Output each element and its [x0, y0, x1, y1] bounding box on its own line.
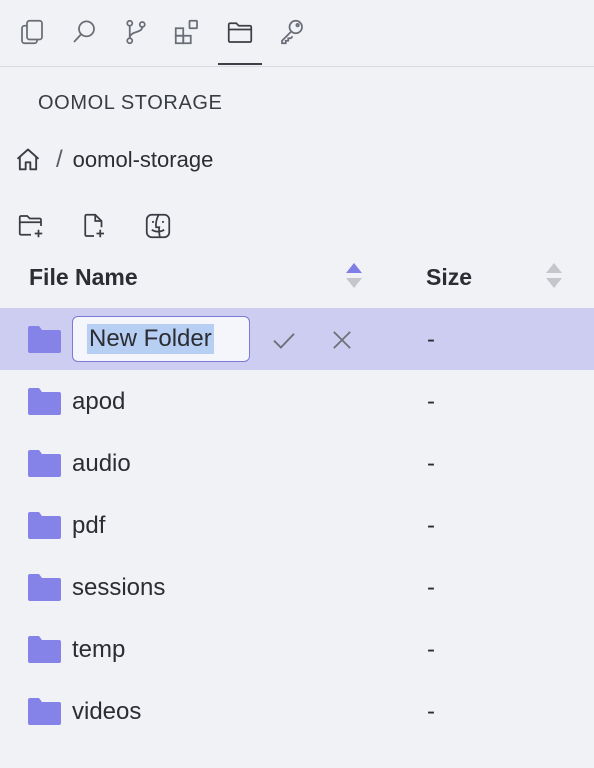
table-row[interactable]: apod -	[0, 370, 594, 432]
table-row[interactable]: temp -	[0, 618, 594, 680]
file-name: temp	[72, 636, 126, 663]
table-row[interactable]: sessions -	[0, 556, 594, 618]
source-control-icon[interactable]	[116, 12, 156, 52]
storage-toolbar	[0, 210, 200, 242]
file-name: apod	[72, 388, 126, 415]
file-size: -	[427, 326, 435, 353]
rename-input-value[interactable]: New Folder	[87, 324, 214, 354]
folder-icon	[28, 388, 61, 415]
sort-descending-icon	[546, 278, 562, 288]
breadcrumb: / oomol-storage	[14, 144, 213, 176]
folder-icon	[28, 450, 61, 477]
extensions-icon[interactable]	[167, 12, 207, 52]
table-row[interactable]: videos -	[0, 680, 594, 742]
cancel-rename-button[interactable]	[327, 325, 357, 355]
check-icon	[273, 333, 295, 349]
file-size: -	[427, 512, 435, 539]
search-icon[interactable]	[64, 12, 104, 52]
table-row[interactable]: audio -	[0, 432, 594, 494]
finder-icon[interactable]	[142, 210, 174, 242]
file-size: -	[427, 698, 435, 725]
new-file-icon[interactable]	[78, 210, 110, 242]
new-folder-icon[interactable]	[15, 210, 47, 242]
folder-icon	[28, 512, 61, 539]
sort-ascending-icon	[546, 263, 562, 273]
confirm-rename-button[interactable]	[269, 325, 299, 355]
size-sort-icon[interactable]	[544, 262, 564, 292]
folder-icon	[28, 574, 61, 601]
folder-icon	[28, 636, 61, 663]
active-tab-indicator	[218, 63, 262, 65]
files-icon[interactable]	[12, 12, 52, 52]
file-list: New Folder - apod - audio - pdf - sessio…	[0, 308, 594, 742]
file-size: -	[427, 574, 435, 601]
file-name: sessions	[72, 574, 166, 601]
file-size: -	[427, 636, 435, 663]
table-row[interactable]: pdf -	[0, 494, 594, 556]
file-name-sort-icon[interactable]	[344, 262, 364, 292]
rename-input[interactable]: New Folder	[72, 316, 250, 362]
file-size: -	[427, 388, 435, 415]
file-name: pdf	[72, 512, 106, 539]
activity-bar	[0, 0, 594, 67]
column-header-file-name[interactable]: File Name	[29, 264, 138, 291]
home-icon[interactable]	[14, 146, 42, 174]
sort-descending-icon	[346, 278, 362, 288]
file-name: videos	[72, 698, 142, 725]
panel-title: OOMOL STORAGE	[38, 92, 223, 114]
table-header: File Name Size	[0, 255, 594, 301]
file-name: audio	[72, 450, 131, 477]
breadcrumb-separator: /	[56, 146, 63, 173]
key-icon[interactable]	[272, 12, 312, 52]
file-size: -	[427, 450, 435, 477]
storage-folder-icon[interactable]	[220, 12, 260, 52]
breadcrumb-current[interactable]: oomol-storage	[73, 147, 214, 173]
column-header-size[interactable]: Size	[426, 264, 472, 291]
folder-icon	[28, 326, 61, 353]
sort-ascending-icon	[346, 263, 362, 273]
close-icon	[333, 331, 351, 349]
table-row-rename[interactable]: New Folder -	[0, 308, 594, 370]
folder-icon	[28, 698, 61, 725]
